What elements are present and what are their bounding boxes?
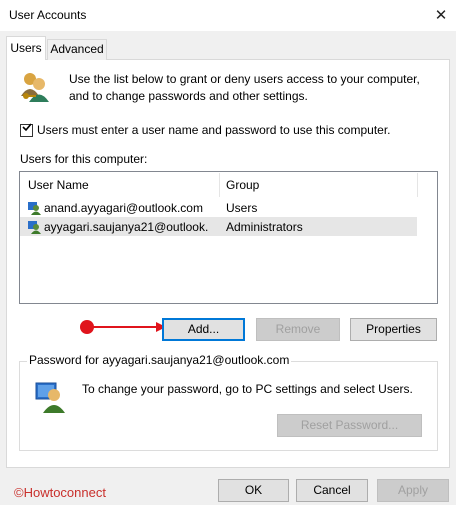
tab-users[interactable]: Users xyxy=(6,36,46,60)
tab-advanced[interactable]: Advanced xyxy=(47,39,107,60)
user-password-icon xyxy=(34,379,68,413)
user-icon xyxy=(27,220,41,234)
add-button[interactable]: Add... xyxy=(162,318,245,341)
user-icon xyxy=(27,201,41,215)
watermark: ©Howtoconnect xyxy=(14,485,106,500)
require-login-label[interactable]: Users must enter a user name and passwor… xyxy=(37,122,391,139)
user-name-cell: anand.ayyagari@outlook.com xyxy=(44,201,203,215)
checkmark-icon xyxy=(21,121,33,133)
window-title: User Accounts xyxy=(9,8,87,22)
group-cell: Users xyxy=(226,201,258,215)
group-cell: Administrators xyxy=(226,220,303,234)
properties-button[interactable]: Properties xyxy=(350,318,437,341)
column-separator xyxy=(219,173,220,197)
info-text-line-2: and to change passwords and other settin… xyxy=(69,89,308,103)
column-header-user-name[interactable]: User Name xyxy=(28,172,89,198)
table-row[interactable]: ayyagari.saujanya21@outlook. Administrat… xyxy=(20,217,417,236)
annotation-arrow xyxy=(78,318,168,336)
close-icon[interactable]: ✕ xyxy=(426,2,456,29)
info-text-line-1: Use the list below to grant or deny user… xyxy=(69,72,420,86)
users-list-label: Users for this computer: xyxy=(20,152,148,166)
password-group-label: Password for ayyagari.saujanya21@outlook… xyxy=(27,352,292,369)
table-row[interactable]: anand.ayyagari@outlook.com Users xyxy=(20,199,417,217)
ok-button[interactable]: OK xyxy=(218,479,289,502)
column-header-group[interactable]: Group xyxy=(226,172,259,198)
remove-button[interactable]: Remove xyxy=(256,318,340,341)
password-info-text: To change your password, go to PC settin… xyxy=(82,382,413,396)
apply-button[interactable]: Apply xyxy=(377,479,449,502)
cancel-button[interactable]: Cancel xyxy=(296,479,368,502)
users-icon xyxy=(18,70,52,104)
password-group-box xyxy=(19,361,438,451)
reset-password-button[interactable]: Reset Password... xyxy=(277,414,422,437)
user-name-cell: ayyagari.saujanya21@outlook. xyxy=(44,220,209,234)
column-separator xyxy=(417,173,418,197)
